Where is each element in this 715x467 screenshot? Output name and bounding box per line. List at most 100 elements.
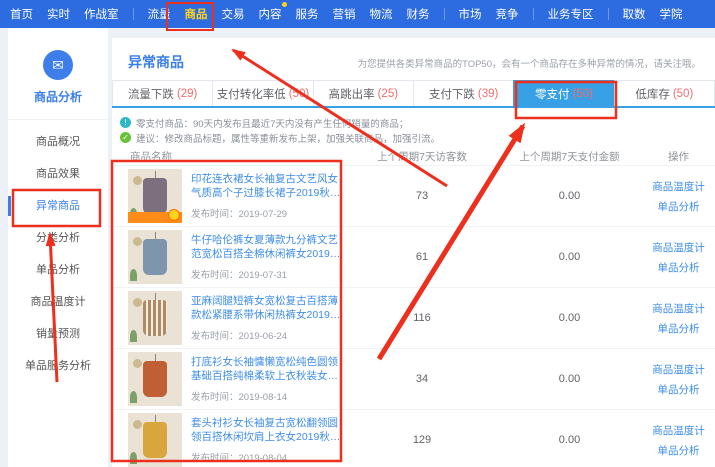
product-title-link[interactable]: 牛仔哈伦裤女夏薄款九分裤文艺范宽松百搭全棉休闲裤女2019秋装新款 <box>191 233 347 261</box>
nav-item-营销[interactable]: 营销 <box>333 6 356 22</box>
nav-item-内容[interactable]: 内容 <box>259 6 282 22</box>
action-link-单品分析[interactable]: 单品分析 <box>658 199 700 214</box>
tip-text: 零支付商品：90天内发布且最近7天内没有产生任何销量的商品； <box>136 116 408 130</box>
table-row: 打底衫女长袖慵懒宽松纯色圆领基础百搭纯棉柔软上衣秋装女2019新款发布时间：20… <box>112 348 715 409</box>
nav-item-服务[interactable]: 服务 <box>296 6 319 22</box>
decor-plant <box>130 330 137 342</box>
sidebar-item-单品分析[interactable]: 单品分析 <box>8 254 108 286</box>
product-text: 打底衫女长袖慵懒宽松纯色圆领基础百搭纯棉柔软上衣秋装女2019新款发布时间：20… <box>191 355 347 403</box>
info-circle-icon: ! <box>120 117 131 128</box>
sidebar-item-销量预测[interactable]: 销量预测 <box>8 318 108 350</box>
product-image[interactable] <box>128 169 182 223</box>
nav-divider <box>608 8 609 20</box>
actions-cell: 商品温度计单品分析 <box>642 362 715 397</box>
tip-line: ! 零支付商品：90天内发布且最近7天内没有产生任何销量的商品； <box>120 115 715 130</box>
decor-wall-ring <box>133 298 142 307</box>
sidebar-menu: 商品概况商品效果异常商品分类分析单品分析商品温度计销量预测单品服务分析 <box>8 126 108 382</box>
action-link-单品分析[interactable]: 单品分析 <box>658 260 700 275</box>
panel-header: 异常商品 为您提供各类异常商品的TOP50，会有一个商品存在多种异常的情况，请关… <box>112 38 715 80</box>
product-image[interactable] <box>128 352 182 406</box>
tab-count: (25) <box>378 88 398 100</box>
action-link-单品分析[interactable]: 单品分析 <box>658 443 700 458</box>
tab-支付转化率低[interactable]: 支付转化率低(50) <box>212 80 312 106</box>
product-title-link[interactable]: 打底衫女长袖慵懒宽松纯色圆领基础百搭纯棉柔软上衣秋装女2019新款 <box>191 355 347 383</box>
tab-支付下跌[interactable]: 支付下跌(39) <box>413 80 513 106</box>
sidebar-title: 商品分析 <box>8 88 108 105</box>
action-link-商品温度计[interactable]: 商品温度计 <box>652 240 705 255</box>
sidebar-item-异常商品[interactable]: 异常商品 <box>8 190 108 222</box>
decor-wall-ring <box>133 237 142 246</box>
nav-item-取数[interactable]: 取数 <box>623 6 646 22</box>
actions-cell: 商品温度计单品分析 <box>642 423 715 458</box>
tab-label: 流量下跌 <box>128 86 174 102</box>
product-image[interactable] <box>128 413 182 467</box>
action-link-商品温度计[interactable]: 商品温度计 <box>652 179 705 194</box>
nav-item-商品[interactable]: 商品 <box>185 6 208 22</box>
nav-item-流量[interactable]: 流量 <box>148 6 171 22</box>
tab-零支付[interactable]: 零支付(50) <box>513 80 613 106</box>
nav-item-物流[interactable]: 物流 <box>370 6 393 22</box>
action-link-商品温度计[interactable]: 商品温度计 <box>652 423 705 438</box>
nav-divider <box>444 8 445 20</box>
sidebar-item-商品效果[interactable]: 商品效果 <box>8 158 108 190</box>
tab-高跳出率[interactable]: 高跳出率(25) <box>313 80 413 106</box>
action-link-单品分析[interactable]: 单品分析 <box>658 382 700 397</box>
nav-item-财务[interactable]: 财务 <box>407 6 430 22</box>
tab-低库存[interactable]: 低库存(50) <box>614 80 715 106</box>
tip-line: ✓建议：修改商品标题，属性等重新发布上架，加强关联商品，加强引流。 <box>120 130 715 145</box>
page-title: 异常商品 <box>128 52 184 72</box>
pay-amount-value: 0.00 <box>497 373 642 385</box>
tab-流量下跌[interactable]: 流量下跌(29) <box>112 80 212 106</box>
nav-item-作战室[interactable]: 作战室 <box>84 6 119 22</box>
product-title-link[interactable]: 亚麻阔腿短裤女宽松复古百搭薄款松紧腰系带休闲热裤女2019夏装新 <box>191 294 347 322</box>
nav-item-竞争[interactable]: 竞争 <box>496 6 519 22</box>
visitors-value: 34 <box>347 373 497 385</box>
column-header-商品名称: 商品名称 <box>112 149 347 164</box>
publish-date: 发布时间：2019-07-29 <box>191 206 347 220</box>
decor-plant <box>130 452 137 464</box>
action-link-单品分析[interactable]: 单品分析 <box>658 321 700 336</box>
tab-label: 支付转化率低 <box>217 86 286 102</box>
action-link-商品温度计[interactable]: 商品温度计 <box>652 301 705 316</box>
action-link-商品温度计[interactable]: 商品温度计 <box>652 362 705 377</box>
product-image[interactable] <box>128 291 182 345</box>
nav-item-学院[interactable]: 学院 <box>660 6 683 22</box>
sidebar: ✉ 商品分析 商品概况商品效果异常商品分类分析单品分析商品温度计销量预测单品服务… <box>8 28 108 467</box>
nav-item-实时[interactable]: 实时 <box>47 6 70 22</box>
product-title-link[interactable]: 套头衬衫女长袖复古宽松翻领圆领百搭休闲坎肩上衣女2019秋装新款 <box>191 416 347 444</box>
sidebar-item-分类分析[interactable]: 分类分析 <box>8 222 108 254</box>
visitors-value: 73 <box>347 190 497 202</box>
decor-wall-ring <box>133 176 142 185</box>
tab-label: 支付下跌 <box>429 86 475 102</box>
publish-date: 发布时间：2019-08-14 <box>191 389 347 403</box>
tab-count: (50) <box>289 88 309 100</box>
sidebar-item-商品概况[interactable]: 商品概况 <box>8 126 108 158</box>
tab-label: 高跳出率 <box>329 86 375 102</box>
product-cell: 亚麻阔腿短裤女宽松复古百搭薄款松紧腰系带休闲热裤女2019夏装新发布时间：201… <box>112 291 347 345</box>
nav-item-市场[interactable]: 市场 <box>459 6 482 22</box>
nav-item-业务专区[interactable]: 业务专区 <box>548 6 594 22</box>
garment-shape <box>143 361 167 397</box>
tab-bar: 流量下跌(29)支付转化率低(50)高跳出率(25)支付下跌(39)零支付(50… <box>112 80 715 108</box>
pay-amount-value: 0.00 <box>497 312 642 324</box>
tab-label: 低库存 <box>635 86 670 102</box>
garment-shape <box>143 300 167 336</box>
dashboard-page: 首页实时作战室 流量商品交易内容服务营销物流财务 市场竞争 业务专区 取数学院 ✉ 商品… <box>0 0 715 467</box>
actions-cell: 商品温度计单品分析 <box>642 179 715 214</box>
table-header: 商品名称上个周期7天访客数上个周期7天支付金额操作 <box>112 147 715 165</box>
tab-count: (39) <box>478 88 498 100</box>
product-image[interactable] <box>128 230 182 284</box>
nav-item-首页[interactable]: 首页 <box>10 6 33 22</box>
product-cell: 套头衬衫女长袖复古宽松翻领圆领百搭休闲坎肩上衣女2019秋装新款发布时间：201… <box>112 413 347 467</box>
sidebar-item-商品温度计[interactable]: 商品温度计 <box>8 286 108 318</box>
nav-item-交易[interactable]: 交易 <box>222 6 245 22</box>
product-cell: 牛仔哈伦裤女夏薄款九分裤文艺范宽松百搭全棉休闲裤女2019秋装新款发布时间：20… <box>112 230 347 284</box>
column-header-上个周期7天访客数: 上个周期7天访客数 <box>347 149 497 164</box>
notification-badge-icon <box>282 2 287 7</box>
sidebar-item-单品服务分析[interactable]: 单品服务分析 <box>8 350 108 382</box>
product-title-link[interactable]: 印花连衣裙女长袖复古文艺风女气质高个子过膝长裙子2019秋装新款 <box>191 172 347 200</box>
table-row: 牛仔哈伦裤女夏薄款九分裤文艺范宽松百搭全棉休闲裤女2019秋装新款发布时间：20… <box>112 226 715 287</box>
publish-date: 发布时间：2019-06-24 <box>191 328 347 342</box>
sidebar-divider <box>8 119 108 120</box>
table-row: 套头衬衫女长袖复古宽松翻领圆领百搭休闲坎肩上衣女2019秋装新款发布时间：201… <box>112 409 715 467</box>
